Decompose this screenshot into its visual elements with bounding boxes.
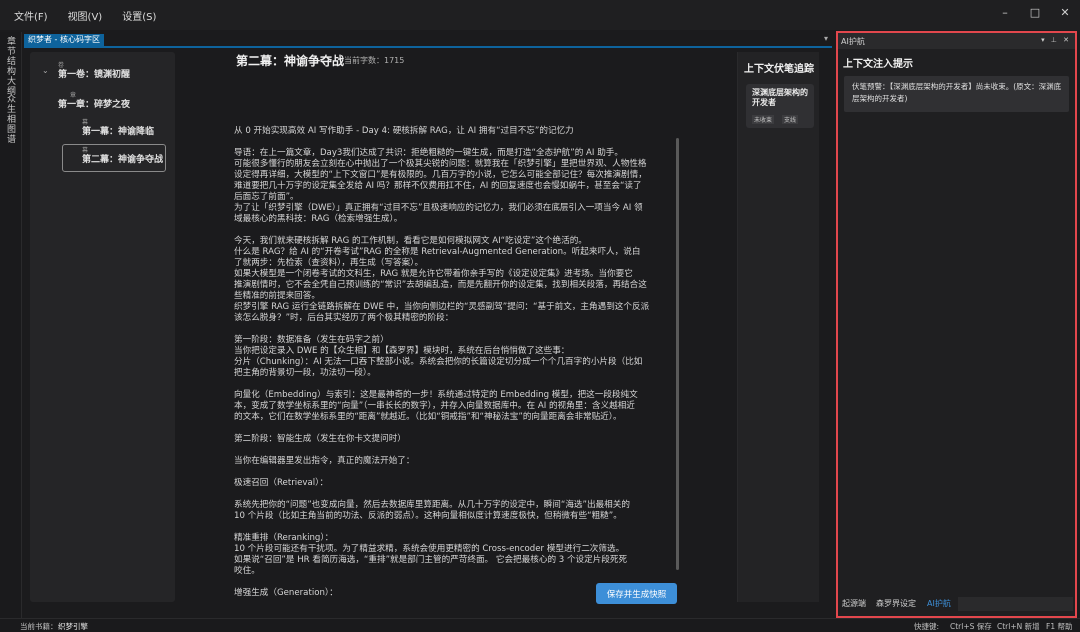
foreshadow-title: 上下文伏笔追踪	[744, 64, 814, 75]
editor-line: 设定得再详细，大模型的“上下文窗口”是有极限的。几百万字的小说，它怎么可能全部记…	[234, 170, 647, 180]
editor-line: 本，变成了数学坐标系里的“向量”（一串长长的数字），并存入向量数据库中。在 AI…	[234, 401, 635, 411]
document-tab-underline	[24, 46, 832, 48]
close-button[interactable]: ✕	[1050, 0, 1080, 24]
panel-pin-close-icon[interactable]: ▾ ⊥ ✕	[1041, 36, 1071, 44]
tab-chapter-outline[interactable]: 章节结构大纲	[4, 36, 17, 96]
editor-line: 域最核心的黑科技：RAG（检索增强生成）。	[234, 214, 403, 224]
tree-node-act-2[interactable]: 幕 第二幕：神谕争夺战	[82, 147, 163, 166]
editor-title: 第二幕：神谕争夺战	[236, 54, 345, 68]
editor-line: 可能很多懂行的朋友会立刻在心中抛出了一个极其尖锐的问题：就算我在「织梦引擎」里把…	[234, 159, 647, 169]
ai-warning-card: 伏笔预警：【深渊底层架构的开发者】尚未收束。(原文：深渊底层架构的开发者)	[844, 76, 1069, 112]
editor-line: 10 个片段（比如主角当前的功法、反派的弱点）。这种向量相似度计算速度极快，但稍…	[234, 511, 622, 521]
status-book-name: 织梦引擎	[58, 622, 88, 631]
tree-kind: 幕	[82, 119, 89, 126]
foreshadow-panel	[737, 52, 819, 602]
editor-line: 的文本，它们在数学坐标系里的“距离”就越近。（比如“铜戒指”和“神秘法宝”的向量…	[234, 412, 622, 422]
status-help-shortcut: F1 帮助	[1046, 622, 1073, 631]
editor-line: 第一阶段：数据准备（发生在码字之前）	[234, 335, 389, 345]
editor-line: 些精准的前提来回答。	[234, 291, 320, 301]
editor-line: 精准重排（Reranking）：	[234, 533, 334, 543]
window-controls: – □ ✕	[990, 0, 1080, 26]
editor-line: 当你在编辑器里发出指令，真正的魔法开始了：	[234, 456, 415, 466]
status-shortcut-label: 快捷键:	[914, 622, 940, 631]
tree-label: 第二幕：神谕争夺战	[82, 155, 164, 165]
status-bar: 当前书籍： 织梦引擎 快捷键: Ctrl+S 保存 Ctrl+N 新增 F1 帮…	[0, 618, 1080, 632]
tree-node-act-1[interactable]: 幕 第一幕：神谕降临	[82, 119, 154, 138]
editor-line: 推演剧情时，它不会全凭自己预训练的“常识”去胡编乱造，而是先翻开你的设定集，找到…	[234, 280, 647, 290]
editor-line: 第二阶段：智能生成（发生在你卡文提问时）	[234, 434, 406, 444]
editor-line: 分片（Chunking）：AI 无法一口吞下整部小说。系统会把你的长篇设定切分成…	[234, 357, 643, 367]
editor-line: 今天，我们就来硬核拆解 RAG 的工作机制，看看它是如何模拟网文 AI“吃设定”…	[234, 236, 587, 246]
editor-line: 后面忘了前面”。	[234, 192, 299, 202]
editor-line: 了就两步：先检索（查资料），再生成（写答案）。	[234, 258, 424, 268]
save-snapshot-button[interactable]: 保存并生成快照	[596, 583, 677, 604]
editor-line: 如果说“召回”是 HR 看简历海选，“重排”就是部门主管的严苛终面。 它会把最核…	[234, 555, 628, 565]
editor-line: 把主角的背景切一段，功法切一段）。	[234, 368, 376, 378]
ai-panel-header-title: AI护航	[841, 37, 865, 46]
editor-scrollbar[interactable]	[676, 138, 679, 570]
tab-list-chevron-icon[interactable]: ▾	[824, 34, 828, 43]
editor-line: 该怎么脱身？”时，后台其实经历了两个极其精密的阶段：	[234, 313, 454, 323]
editor-line: 织梦引擎 RAG 运行全链路拆解在 DWE 中，当你向侧边栏的“灵感副驾”提问：…	[234, 302, 650, 312]
ai-warning-text: 伏笔预警：【深渊底层架构的开发者】尚未收束。(原文：深渊底层架构的开发者)	[852, 82, 1062, 103]
maximize-button[interactable]: □	[1020, 0, 1050, 24]
foreshadow-card-name: 深渊底层架构的开发者	[752, 88, 808, 107]
foreshadow-status-badge: 未收束	[752, 115, 775, 124]
tree-kind: 章	[70, 92, 77, 99]
menu-settings[interactable]: 设置(S)	[122, 8, 156, 23]
menu-bar: 文件(F) 视图(V) 设置(S) – □ ✕	[0, 0, 1080, 30]
app-window: 文件(F) 视图(V) 设置(S) – □ ✕ 章节结构大纲 众生相图谱 织梦者…	[0, 0, 1080, 632]
editor-line: 当你把设定录入 DWE 的【众生相】和【森罗界】模块时，系统在后台悄悄做了这些事…	[234, 346, 570, 356]
editor-line: 咬住。	[234, 566, 260, 576]
editor-line: 难道要把几十万字的设定集全发给 AI 吗？那样不仅费用扛不住，AI 的回复速度也…	[234, 181, 642, 191]
foreshadow-type-badge: 支线	[782, 115, 799, 124]
ai-tab-input[interactable]	[958, 597, 1073, 611]
status-save-shortcut: Ctrl+S 保存	[950, 622, 992, 631]
word-count: 当前字数：1715	[344, 56, 405, 65]
foreshadow-card[interactable]: 深渊底层架构的开发者 未收束 支线	[746, 84, 814, 128]
tree-node-volume[interactable]: 卷 第一卷：镜渊初醒	[58, 62, 130, 81]
editor-line: 导语：在上一篇文章，Day3我们达成了共识：拒绝粗糙的一键生成，而是打造“全态护…	[234, 148, 623, 158]
editor-line: 如果大模型是一个闭卷考试的文科生，RAG 就是允许它带着你亲手写的《设定设定集》…	[234, 269, 633, 279]
tree-label: 第一章：碎梦之夜	[58, 100, 131, 110]
ai-panel-tabs: 起源端 森罗界设定 AI护航	[838, 596, 1075, 612]
tree-label: 第一卷：镜渊初醒	[58, 70, 131, 80]
editor-line: 向量化（Embedding）与索引：这是最神奇的一步！系统通过特定的 Embed…	[234, 390, 638, 400]
status-book-prefix: 当前书籍：	[20, 622, 58, 631]
editor-line: 从 0 开始实现高效 AI 写作助手 - Day 4: 硬核拆解 RAG，让 A…	[234, 126, 574, 136]
editor-line: 什么是 RAG？给 AI 的“开卷考试”RAG 的全称是 Retrieval-A…	[234, 247, 641, 257]
editor-line: 10 个片段可能还有干扰项。为了精益求精，系统会使用更精密的 Cross-enc…	[234, 544, 625, 554]
editor-line: 为了让「织梦引擎（DWE）」真正拥有“过目不忘”且极速响应的记忆力，我们必须在底…	[234, 203, 643, 213]
minimize-button[interactable]: –	[990, 0, 1020, 24]
editor-line: 增强生成（Generation）：	[234, 588, 338, 598]
tab-character-graph[interactable]: 众生相图谱	[4, 94, 17, 144]
editor-line: 系统先把你的“问题”也变成向量，然后去数据库里算距离。从几十万字的设定中，瞬间“…	[234, 500, 630, 510]
editor-line: 极速召回（Retrieval）：	[234, 478, 329, 488]
status-new-shortcut: Ctrl+N 新增	[997, 622, 1040, 631]
left-side-strip: 章节结构大纲 众生相图谱	[0, 32, 22, 618]
tree-label: 第一幕：神谕降临	[82, 127, 155, 137]
tree-kind: 卷	[58, 62, 65, 69]
tab-ai-assist[interactable]: AI护航	[927, 598, 951, 609]
outline-tree-panel: ⌄ 卷 第一卷：镜渊初醒 ⌄ 章 第一章：碎梦之夜 幕 第一幕：神谕降临 幕 第…	[30, 52, 175, 602]
tree-kind: 幕	[82, 147, 89, 154]
tab-world-settings[interactable]: 森罗界设定	[876, 598, 916, 609]
document-tab[interactable]: 织梦者 - 核心码字区	[24, 34, 104, 46]
ai-panel-header: AI护航 ▾ ⊥ ✕	[838, 33, 1075, 49]
ai-assist-panel: AI护航 ▾ ⊥ ✕ 上下文注入提示 伏笔预警：【深渊底层架构的开发者】尚未收束…	[836, 31, 1077, 618]
menu-file[interactable]: 文件(F)	[14, 8, 48, 23]
tab-origin[interactable]: 起源端	[842, 598, 866, 609]
menu-view[interactable]: 视图(V)	[68, 8, 103, 23]
tree-node-chapter[interactable]: 章 第一章：碎梦之夜	[58, 92, 130, 111]
ai-panel-title: 上下文注入提示	[843, 59, 913, 70]
tree-expand-volume-chevron-icon[interactable]: ⌄	[42, 66, 49, 75]
